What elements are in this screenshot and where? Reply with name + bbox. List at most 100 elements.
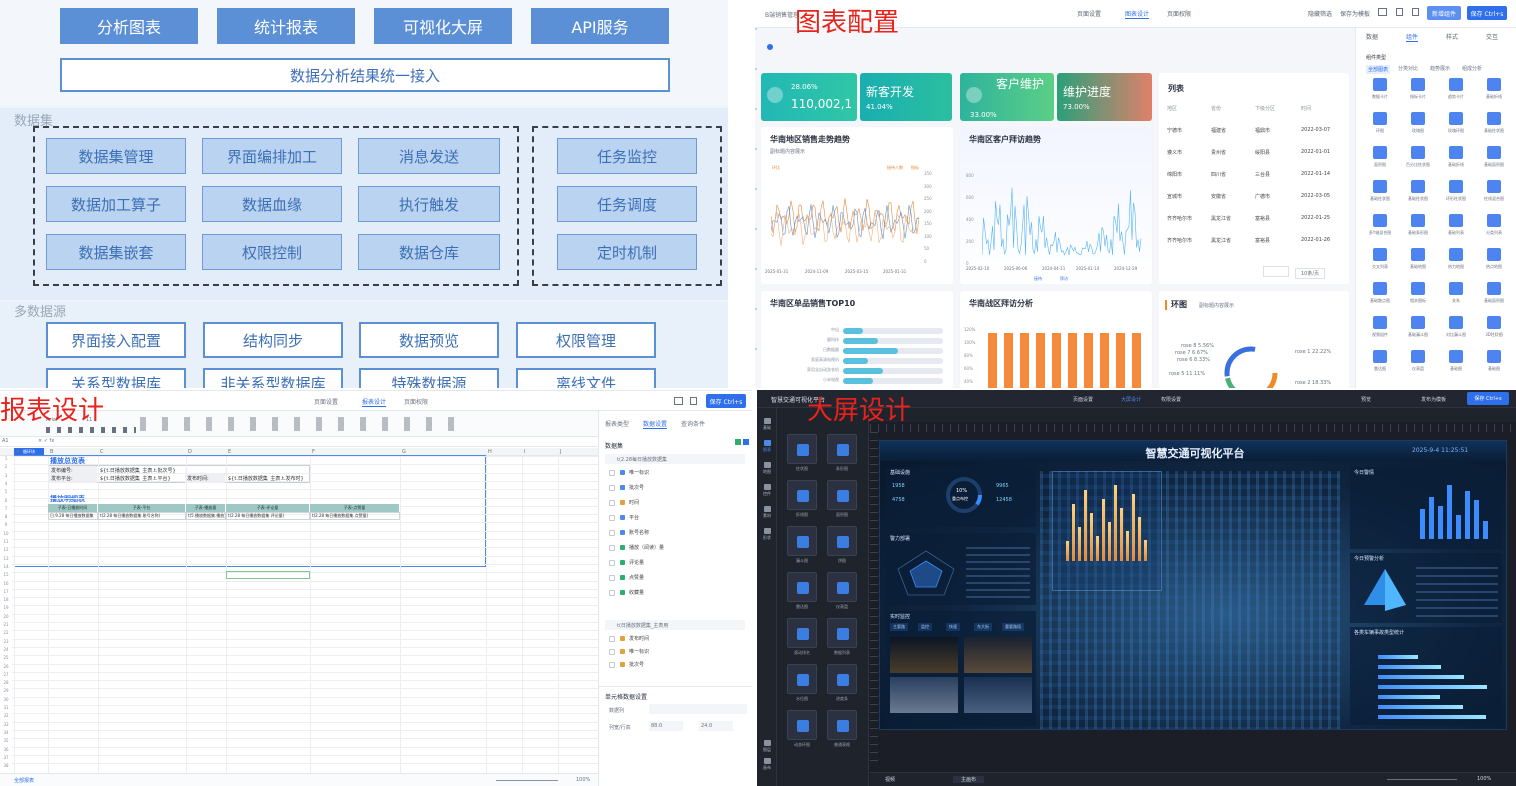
component-item[interactable]: 基础列表 [1438,214,1474,246]
column-header[interactable]: E [228,449,231,455]
today-alert-panel[interactable]: 今日警情 [1350,467,1502,549]
detail-header[interactable]: 子表-平台 [98,504,186,512]
row-number[interactable]: 2 [0,464,12,469]
tab-screen-design[interactable]: 大屏设计 [1121,396,1141,403]
component-item[interactable]: 多Y轴混合图 [1362,214,1398,246]
toolbar-icons[interactable] [140,417,470,431]
screen-component[interactable]: 折线图 [785,480,819,518]
component-item[interactable]: 基础图 [1476,350,1512,382]
monitor-icon[interactable] [1378,8,1387,16]
column-header[interactable]: J [560,449,561,455]
list-cell[interactable]: 黑龙江省 [1211,237,1231,244]
bar[interactable] [843,378,873,384]
filter-all[interactable]: 全部图表 [1366,65,1391,74]
component-item[interactable]: 基础柱状图 [1362,180,1398,212]
alert-bar[interactable] [1447,485,1452,539]
list-cell[interactable]: 黑龙江省 [1211,215,1231,222]
accident-bar[interactable] [1378,685,1487,689]
component-item[interactable]: 基础地图 [1400,248,1436,280]
left-nav-item[interactable]: 画布 [757,758,777,771]
dataset-name[interactable]: t(日播放数据集_主表用 [617,622,668,629]
component-item[interactable]: 基础柱状图 [1400,180,1436,212]
add-icon[interactable] [767,44,773,50]
component-item[interactable]: 热力地图 [1438,248,1474,280]
row-number[interactable]: 34 [0,730,12,735]
tab-page-permission[interactable]: 页面权限 [1167,9,1191,18]
tab-report-design[interactable]: 报表设计 [362,397,387,407]
dataset-field[interactable]: 收藏量 [609,589,644,596]
monitor-icon[interactable] [674,397,683,405]
tab-data-settings[interactable]: 数据设置 [643,419,668,429]
component-item[interactable]: 玫瑰图 [1400,112,1436,144]
component-item[interactable]: 趋势卡片 [1438,78,1474,110]
accident-bar[interactable] [1378,705,1463,709]
component-item[interactable]: 关系 [1438,282,1474,314]
row-number[interactable]: 18 [0,597,12,602]
left-nav-item[interactable]: 素材 [757,506,777,519]
component-item[interactable]: 环形柱状图 [1438,180,1474,212]
dataset-field[interactable]: 播放（阅读）量 [609,544,664,551]
kpi-card[interactable]: 维护进度 73.00% [1057,73,1152,121]
column-header[interactable]: F [312,449,315,455]
dataset-field[interactable]: 批次号 [609,484,644,491]
row-number[interactable]: 17 [0,589,12,594]
bar[interactable] [1052,333,1061,388]
save-button[interactable]: 保存 Ctrl+s [706,394,746,408]
alert-bar[interactable] [1465,491,1470,539]
bottom-tab[interactable]: 主画布 [953,776,985,783]
alert-bar[interactable] [1483,521,1488,539]
row-number[interactable]: 23 [0,639,12,644]
dataset-field[interactable]: 评论量 [609,559,644,566]
bar[interactable] [843,328,863,334]
row-number[interactable]: 35 [0,738,12,743]
field-checkbox[interactable] [609,469,615,476]
screen-component[interactable]: 饼图 [825,526,859,564]
row-number[interactable]: 1 [0,456,12,461]
row-number[interactable]: 25 [0,655,12,660]
accident-bar[interactable] [1378,665,1441,669]
detail-header[interactable]: 子表-播放量 [186,504,226,512]
screen-component[interactable]: 面积图 [825,480,859,518]
field-checkbox[interactable] [609,544,615,551]
field-checkbox[interactable] [609,661,615,668]
format-icons[interactable] [46,427,136,433]
detail-header[interactable]: 子表-点赞量 [310,504,400,512]
row-number[interactable]: 32 [0,713,12,718]
detail-cell[interactable]: t(2.28 每日播放数据集.评论量) [226,512,310,520]
bar[interactable] [1116,333,1125,388]
camera-feed[interactable] [964,637,1032,673]
row-number[interactable]: 20 [0,614,12,619]
column-header[interactable]: A [16,449,19,455]
list-cell[interactable]: 广德市 [1255,193,1270,200]
formula-bar[interactable] [0,437,598,447]
row-number[interactable]: 26 [0,664,12,669]
field-checkbox[interactable] [609,635,615,642]
accident-bar[interactable] [1378,655,1418,659]
list-cell[interactable]: 富裕县 [1255,215,1270,222]
row-number[interactable]: 11 [0,539,12,544]
zoom-slider[interactable] [1387,779,1457,780]
row-number[interactable]: 15 [0,572,12,577]
component-item[interactable]: 基础条形图 [1400,214,1436,246]
police-panel[interactable]: 警力部署 [886,533,1036,605]
column-header[interactable]: I [524,449,525,455]
list-cell[interactable]: 宁德市 [1167,127,1182,134]
bar[interactable] [1132,333,1141,388]
tab-data[interactable]: 数据 [1366,32,1378,41]
camera-feed[interactable] [890,637,958,673]
camera-tab[interactable]: 东大街 [974,623,992,631]
big-screen-canvas[interactable]: 智慧交通可视化平台 2025-9-4 11:25:51 基础设施 10% 重点布… [879,440,1507,730]
bar[interactable] [1020,333,1029,388]
row-number[interactable]: 28 [0,680,12,685]
top10-panel[interactable]: 华南区单品销售TOP10 中出 量科技 日数据器 家庭高清电视机 家用全自动洗衣机 小米电… [761,291,953,388]
hide-filter-button[interactable]: 隐藏筛选 [1308,9,1332,18]
field-checkbox[interactable] [609,529,615,536]
list-cell[interactable]: 齐齐哈尔市 [1167,215,1192,222]
detail-title[interactable]: 播放明细表 [50,494,85,504]
row-number[interactable]: 9 [0,522,12,527]
screen-component[interactable]: 数据列表 [825,618,859,656]
row-number[interactable]: 37 [0,755,12,760]
page-size-select[interactable]: 10条/页 [1295,268,1326,279]
bottom-tab[interactable]: 视频 [885,776,895,783]
camera-tab[interactable]: 重要路段 [1002,623,1024,631]
